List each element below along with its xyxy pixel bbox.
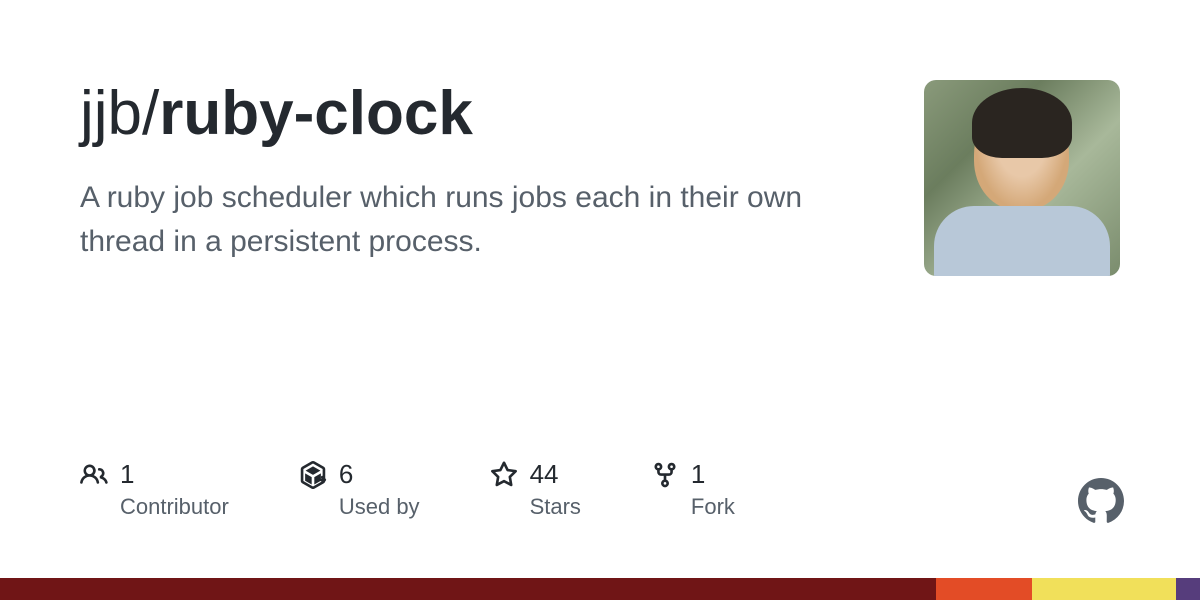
language-segment[interactable] xyxy=(1032,578,1176,600)
language-segment[interactable] xyxy=(1176,578,1200,600)
fork-icon xyxy=(651,461,679,489)
package-icon xyxy=(299,461,327,489)
stat-count: 44 xyxy=(530,459,581,490)
stat-stars[interactable]: 44 Stars xyxy=(490,459,581,520)
github-logo-icon[interactable] xyxy=(1078,478,1124,524)
repo-title: jjb/ruby-clock xyxy=(80,80,840,148)
people-icon xyxy=(80,461,108,489)
language-segment[interactable] xyxy=(936,578,1032,600)
language-segment[interactable] xyxy=(0,578,936,600)
stat-count: 1 xyxy=(120,459,229,490)
repo-stats: 1 Contributor 6 Used by 44 Stars 1 Fork xyxy=(80,459,735,520)
stat-contributors[interactable]: 1 Contributor xyxy=(80,459,229,520)
repo-name[interactable]: ruby-clock xyxy=(159,79,473,148)
repo-owner[interactable]: jjb xyxy=(80,79,142,148)
stat-label: Used by xyxy=(339,494,420,520)
stat-used-by[interactable]: 6 Used by xyxy=(299,459,420,520)
language-bar xyxy=(0,578,1200,600)
repo-separator: / xyxy=(142,79,159,148)
stat-label: Stars xyxy=(530,494,581,520)
star-icon xyxy=(490,461,518,489)
owner-avatar[interactable] xyxy=(924,80,1120,276)
stat-count: 6 xyxy=(339,459,420,490)
repo-description: A ruby job scheduler which runs jobs eac… xyxy=(80,176,840,263)
stat-count: 1 xyxy=(691,459,735,490)
stat-label: Fork xyxy=(691,494,735,520)
stat-forks[interactable]: 1 Fork xyxy=(651,459,735,520)
stat-label: Contributor xyxy=(120,494,229,520)
